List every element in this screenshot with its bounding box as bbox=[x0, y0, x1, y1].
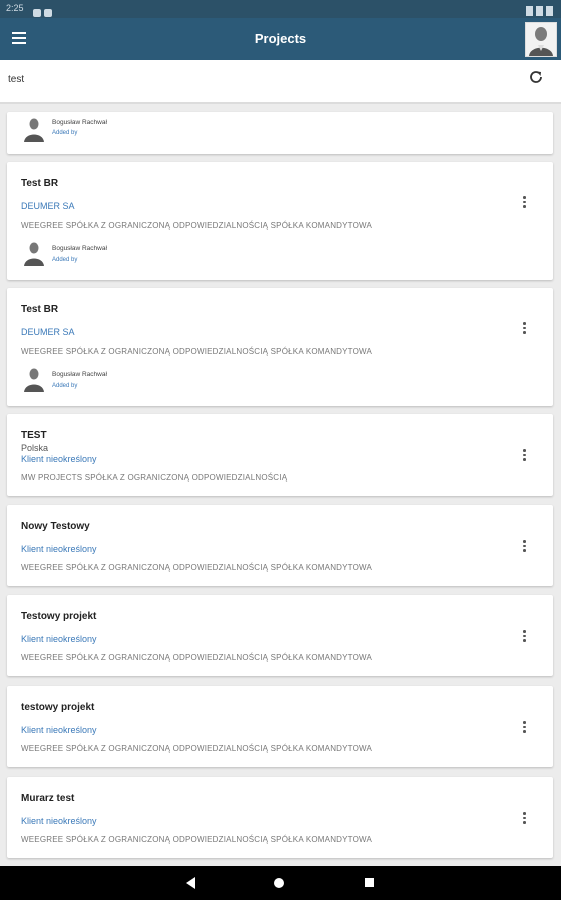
added-by-label: Added by bbox=[52, 383, 78, 389]
project-card[interactable]: Nowy Testowy Klient nieokreślony WEEGREE… bbox=[7, 505, 553, 586]
company-name: WEEGREE SPÓŁKA Z OGRANICZONĄ ODPOWIEDZIA… bbox=[21, 563, 373, 572]
status-time: 2:25 bbox=[6, 3, 24, 13]
added-by-label: Added by bbox=[52, 130, 78, 136]
company-name: WEEGREE SPÓŁKA Z OGRANICZONĄ ODPOWIEDZIA… bbox=[21, 347, 373, 356]
more-vert-icon[interactable] bbox=[523, 630, 527, 644]
company-name: WEEGREE SPÓŁKA Z OGRANICZONĄ ODPOWIEDZIA… bbox=[21, 744, 373, 753]
project-title: Nowy Testowy bbox=[21, 521, 90, 532]
project-card[interactable]: Murarz test Klient nieokreślony WEEGREE … bbox=[7, 777, 553, 858]
user-avatar-icon bbox=[24, 118, 44, 142]
back-icon[interactable] bbox=[186, 877, 195, 889]
status-bar: 2:25 bbox=[0, 0, 561, 18]
project-card[interactable]: Testowy projekt Klient nieokreślony WEEG… bbox=[7, 595, 553, 676]
user-avatar-icon bbox=[24, 242, 44, 266]
company-name: MW PROJECTS SPÓŁKA Z OGRANICZONĄ ODPOWIE… bbox=[21, 473, 288, 482]
client-link[interactable]: Klient nieokreślony bbox=[21, 634, 97, 644]
more-vert-icon[interactable] bbox=[523, 196, 527, 210]
project-title: Testowy projekt bbox=[21, 611, 97, 622]
company-name: WEEGREE SPÓŁKA Z OGRANICZONĄ ODPOWIEDZIA… bbox=[21, 835, 373, 844]
more-vert-icon[interactable] bbox=[523, 721, 527, 735]
refresh-icon[interactable] bbox=[528, 69, 544, 85]
page-title: Projects bbox=[254, 31, 307, 46]
project-title: Test BR bbox=[21, 178, 59, 189]
search-input[interactable] bbox=[6, 73, 490, 86]
project-card[interactable]: Test BR DEUMER SA WEEGREE SPÓŁKA Z OGRAN… bbox=[7, 288, 553, 406]
app-bar: Projects bbox=[0, 18, 561, 60]
user-avatar[interactable] bbox=[525, 22, 557, 57]
project-card[interactable]: Test BR DEUMER SA WEEGREE SPÓŁKA Z OGRAN… bbox=[7, 162, 553, 280]
company-name: WEEGREE SPÓŁKA Z OGRANICZONĄ ODPOWIEDZIA… bbox=[21, 653, 373, 662]
more-vert-icon[interactable] bbox=[523, 449, 527, 463]
client-link[interactable]: Klient nieokreślony bbox=[21, 454, 97, 464]
client-link[interactable]: DEUMER SA bbox=[21, 327, 75, 337]
home-icon[interactable] bbox=[274, 878, 284, 888]
project-country: Polska bbox=[21, 443, 49, 453]
client-link[interactable]: Klient nieokreślony bbox=[21, 544, 97, 554]
client-link[interactable]: Klient nieokreślony bbox=[21, 725, 97, 735]
system-nav-bar bbox=[0, 866, 561, 900]
recent-apps-icon[interactable] bbox=[365, 878, 374, 887]
project-card[interactable]: TEST Polska Klient nieokreślony MW PROJE… bbox=[7, 414, 553, 496]
project-title: testowy projekt bbox=[21, 702, 95, 713]
user-name: Bogusław Rachwał bbox=[52, 245, 107, 252]
client-link[interactable]: Klient nieokreślony bbox=[21, 816, 97, 826]
more-vert-icon[interactable] bbox=[523, 322, 527, 336]
project-card-partial[interactable]: Bogusław Rachwał Added by bbox=[7, 112, 553, 154]
user-avatar-icon bbox=[24, 368, 44, 392]
project-title: Test BR bbox=[21, 304, 59, 315]
more-vert-icon[interactable] bbox=[523, 812, 527, 826]
project-title: Murarz test bbox=[21, 793, 75, 804]
search-bar bbox=[0, 60, 561, 104]
user-name: Bogusław Rachwał bbox=[52, 119, 107, 126]
more-vert-icon[interactable] bbox=[523, 540, 527, 554]
user-name: Bogusław Rachwał bbox=[52, 371, 107, 378]
project-title: TEST bbox=[21, 430, 47, 441]
project-card[interactable]: testowy projekt Klient nieokreślony WEEG… bbox=[7, 686, 553, 767]
company-name: WEEGREE SPÓŁKA Z OGRANICZONĄ ODPOWIEDZIA… bbox=[21, 221, 373, 230]
client-link[interactable]: DEUMER SA bbox=[21, 201, 75, 211]
added-by-label: Added by bbox=[52, 257, 78, 263]
